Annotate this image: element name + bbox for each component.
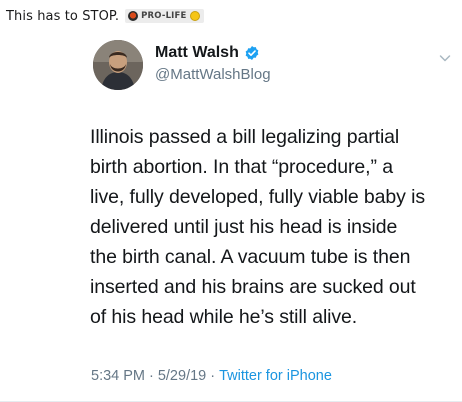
pro-life-badge-icon (128, 11, 139, 21)
post-title[interactable]: This has to STOP. (6, 9, 119, 24)
verified-badge-icon (245, 46, 259, 60)
meta-separator: · (210, 368, 216, 384)
avatar-photo-icon (93, 40, 143, 90)
tweet-time[interactable]: 5:34 PM (91, 368, 145, 384)
flair-label: PRO-LIFE (141, 11, 187, 21)
author-handle[interactable]: @MattWalshBlog (155, 66, 271, 83)
post-header: This has to STOP. PRO-LIFE (6, 5, 204, 27)
tweet-text-line: live, fully developed, fully viable baby… (90, 186, 425, 208)
meta-separator: · (149, 368, 154, 384)
tweet-text-line: birth abortion. In that “procedure,” a (90, 156, 393, 178)
chevron-down-icon[interactable] (439, 52, 451, 64)
smiley-face-icon (189, 11, 200, 21)
author-name[interactable]: Matt Walsh (155, 44, 239, 62)
tweet-text-line: Illinois passed a bill legalizing partia… (90, 126, 400, 148)
avatar[interactable] (93, 40, 143, 90)
tweet-date[interactable]: 5/29/19 (158, 368, 206, 384)
tweet-text-line: the birth canal. A vacuum tube is then (90, 246, 411, 268)
author-name-row[interactable]: Matt Walsh (155, 44, 260, 62)
tweet-meta: 5:34 PM · 5/29/19 · Twitter for iPhone (91, 368, 332, 384)
tweet-text: Illinois passed a bill legalizing partia… (90, 122, 458, 332)
tweet-source-link[interactable]: Twitter for iPhone (219, 368, 332, 384)
tweet-text-line: inserted and his brains are sucked out (90, 276, 416, 298)
tweet-card: Matt Walsh @MattWalshBlog Illinois passe… (0, 28, 462, 402)
post-flair[interactable]: PRO-LIFE (125, 9, 204, 23)
tweet-text-line: delivered until just his head is inside (90, 216, 398, 238)
tweet-text-line: of his head while he’s still alive. (90, 306, 358, 328)
